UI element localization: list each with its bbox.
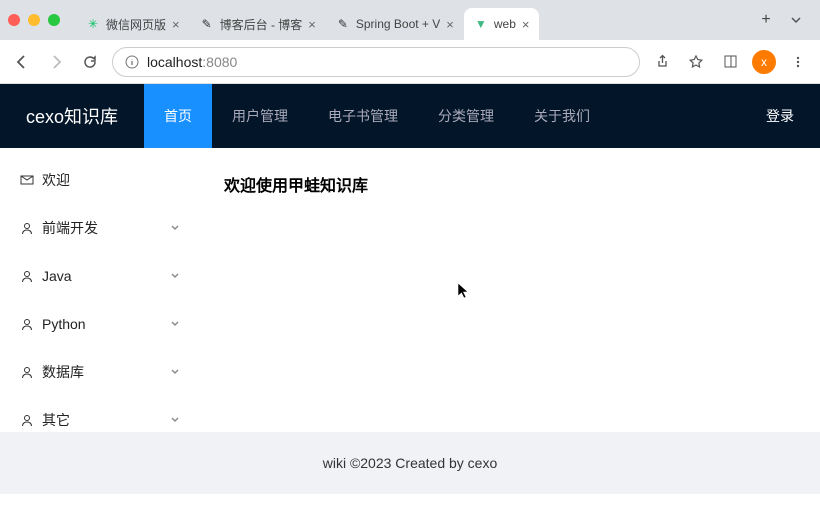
user-icon bbox=[20, 317, 34, 331]
new-tab-button[interactable]: + bbox=[752, 6, 780, 34]
sidebar-item[interactable]: 欢迎 bbox=[0, 156, 200, 204]
browser-tab[interactable]: ✎ 博客后台 - 博客 × bbox=[190, 8, 326, 40]
favicon-icon: ✎ bbox=[336, 17, 350, 31]
toolbar: localhost:8080 x bbox=[0, 40, 820, 84]
login-link[interactable]: 登录 bbox=[740, 106, 820, 126]
favicon-icon: ▼ bbox=[474, 17, 488, 31]
reload-button[interactable] bbox=[78, 50, 102, 74]
sidebar-item[interactable]: 前端开发 bbox=[0, 204, 200, 252]
tab-close-icon[interactable]: × bbox=[522, 17, 530, 32]
browser-tab[interactable]: ▼ web × bbox=[464, 8, 540, 40]
profile-avatar[interactable]: x bbox=[752, 50, 776, 74]
welcome-heading: 欢迎使用甲蛙知识库 bbox=[224, 172, 796, 196]
nav-item[interactable]: 首页 bbox=[144, 84, 212, 148]
brand-title[interactable]: cexo知识库 bbox=[0, 103, 144, 129]
window-controls bbox=[8, 14, 60, 26]
chevron-down-icon bbox=[170, 271, 180, 281]
nav-item[interactable]: 关于我们 bbox=[514, 84, 610, 148]
chevron-down-icon bbox=[170, 415, 180, 425]
sidebar-item-label: 数据库 bbox=[42, 362, 84, 382]
address-bar[interactable]: localhost:8080 bbox=[112, 47, 640, 77]
user-icon bbox=[20, 269, 34, 283]
minimize-window-button[interactable] bbox=[28, 14, 40, 26]
tab-close-icon[interactable]: × bbox=[308, 17, 316, 32]
tab-strip: ✳ 微信网页版 × ✎ 博客后台 - 博客 × ✎ Spring Boot + V × ▼ web × bbox=[76, 0, 752, 40]
sidepanel-icon[interactable] bbox=[718, 50, 742, 74]
app-body: 欢迎前端开发 Java Python 数据库其它 欢迎使用甲蛙知识库 bbox=[0, 148, 820, 432]
footer-text: wiki ©2023 Created by cexo bbox=[323, 455, 498, 471]
sidebar-item-label: 前端开发 bbox=[42, 218, 98, 238]
forward-button[interactable] bbox=[44, 50, 68, 74]
sidebar: 欢迎前端开发 Java Python 数据库其它 bbox=[0, 148, 200, 432]
sidebar-item[interactable]: Python bbox=[0, 300, 200, 348]
browser-tab[interactable]: ✳ 微信网页版 × bbox=[76, 8, 190, 40]
sidebar-item-label: Java bbox=[42, 268, 72, 284]
mail-icon bbox=[20, 173, 34, 187]
tab-close-icon[interactable]: × bbox=[446, 17, 454, 32]
sidebar-item[interactable]: Java bbox=[0, 252, 200, 300]
favicon-icon: ✎ bbox=[200, 17, 214, 31]
share-icon[interactable] bbox=[650, 50, 674, 74]
user-icon bbox=[20, 413, 34, 427]
tab-dropdown-icon[interactable] bbox=[780, 14, 812, 26]
chevron-down-icon bbox=[170, 367, 180, 377]
chevron-down-icon bbox=[170, 223, 180, 233]
maximize-window-button[interactable] bbox=[48, 14, 60, 26]
tab-title: web bbox=[494, 17, 516, 31]
favicon-icon: ✳ bbox=[86, 17, 100, 31]
tab-close-icon[interactable]: × bbox=[172, 17, 180, 32]
nav-item[interactable]: 分类管理 bbox=[418, 84, 514, 148]
nav-item[interactable]: 电子书管理 bbox=[308, 84, 418, 148]
titlebar: ✳ 微信网页版 × ✎ 博客后台 - 博客 × ✎ Spring Boot + V × ▼ web ×… bbox=[0, 0, 820, 40]
browser-tab[interactable]: ✎ Spring Boot + V × bbox=[326, 8, 464, 40]
site-info-icon[interactable] bbox=[125, 55, 139, 69]
chevron-down-icon bbox=[170, 319, 180, 329]
nav-item[interactable]: 用户管理 bbox=[212, 84, 308, 148]
url-port: :8080 bbox=[202, 54, 237, 70]
menu-icon[interactable] bbox=[786, 50, 810, 74]
tab-title: 博客后台 - 博客 bbox=[220, 16, 303, 33]
sidebar-item[interactable]: 数据库 bbox=[0, 348, 200, 396]
tab-title: Spring Boot + V bbox=[356, 17, 440, 31]
main-nav: 首页用户管理电子书管理分类管理关于我们 bbox=[144, 84, 610, 148]
user-icon bbox=[20, 365, 34, 379]
sidebar-item-label: 其它 bbox=[42, 410, 70, 430]
close-window-button[interactable] bbox=[8, 14, 20, 26]
sidebar-item[interactable]: 其它 bbox=[0, 396, 200, 444]
back-button[interactable] bbox=[10, 50, 34, 74]
user-icon bbox=[20, 221, 34, 235]
tab-title: 微信网页版 bbox=[106, 16, 166, 33]
content-area: 欢迎使用甲蛙知识库 bbox=[200, 148, 820, 432]
url-host: localhost bbox=[147, 54, 202, 70]
sidebar-item-label: Python bbox=[42, 316, 86, 332]
bookmark-icon[interactable] bbox=[684, 50, 708, 74]
browser-chrome: ✳ 微信网页版 × ✎ 博客后台 - 博客 × ✎ Spring Boot + V × ▼ web ×… bbox=[0, 0, 820, 84]
app-header: cexo知识库 首页用户管理电子书管理分类管理关于我们 登录 bbox=[0, 84, 820, 148]
sidebar-item-label: 欢迎 bbox=[42, 170, 70, 190]
